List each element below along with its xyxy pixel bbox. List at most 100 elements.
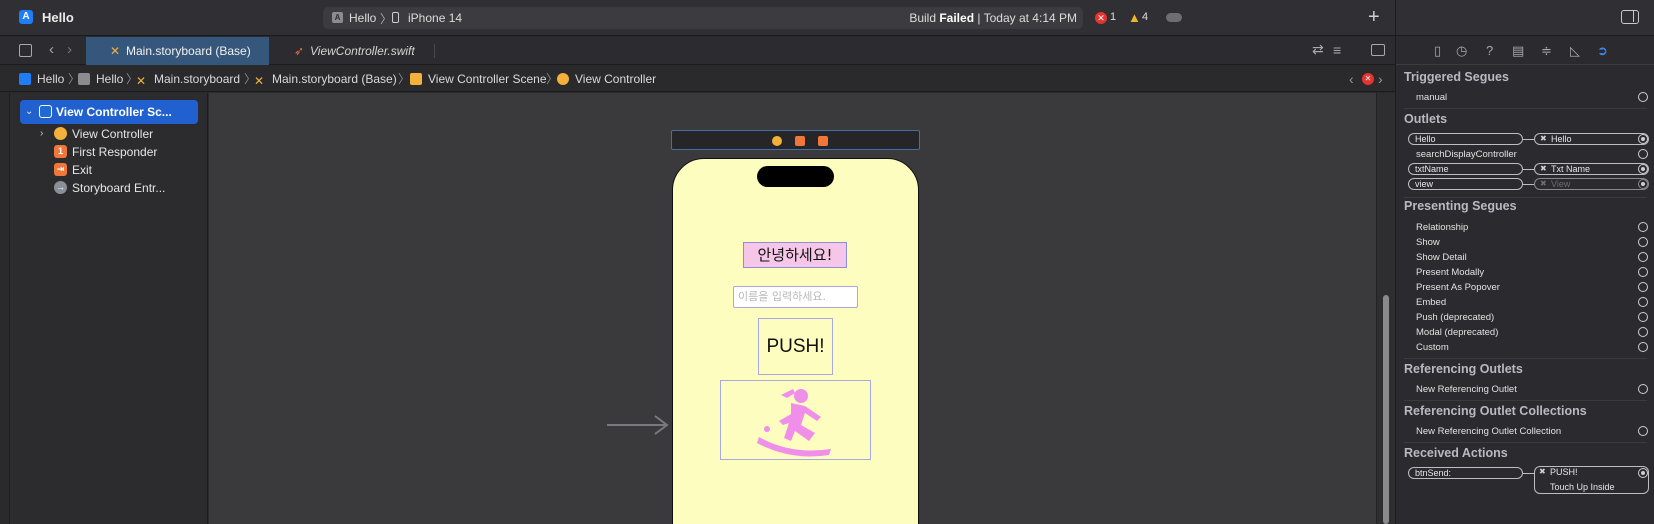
connection-circle[interactable] [1638, 342, 1648, 352]
outlet-target-label: View [1551, 179, 1571, 189]
attributes-inspector-icon[interactable]: ≑ [1541, 43, 1552, 59]
connection-circle[interactable] [1638, 297, 1648, 307]
remove-connection-icon[interactable]: ✖ [1539, 467, 1546, 477]
connection-circle[interactable] [1638, 237, 1648, 247]
editor-options-icon[interactable]: ≡ [1333, 42, 1341, 58]
connection-circle[interactable] [1638, 312, 1648, 322]
breadcrumb-storyboard[interactable]: ✕ Main.storyboard [136, 66, 240, 92]
remove-connection-icon[interactable]: ✖ [1540, 134, 1547, 144]
add-editor-icon[interactable] [1371, 44, 1385, 56]
divider [434, 44, 435, 58]
outline-view-controller[interactable]: › View Controller [20, 125, 198, 143]
connections-inspector-icon[interactable]: ➲ [1597, 43, 1608, 59]
name-text-field[interactable]: 이름을 입력하세요. [733, 286, 858, 308]
xcode-project-icon: A [19, 10, 33, 24]
breadcrumb-project[interactable]: Hello [19, 66, 64, 92]
push-button[interactable]: PUSH! [758, 318, 833, 375]
previous-issue-icon[interactable]: ‹ [1349, 66, 1354, 92]
folder-icon [78, 73, 90, 85]
activity-view[interactable]: A Hello 〉 iPhone 14 Build Failed | Today… [323, 7, 1083, 29]
connection-circle[interactable] [1638, 384, 1648, 394]
chevron-down-icon[interactable]: ⌄ [25, 100, 33, 124]
cloud-icon[interactable] [1166, 13, 1182, 22]
scheme-selector[interactable]: Hello [349, 11, 376, 25]
outlet-hello-target[interactable]: ✖ Hello [1534, 133, 1649, 145]
storyboard-entry-arrow[interactable] [607, 415, 670, 435]
connection-circle[interactable] [1638, 134, 1648, 144]
connection-line [1523, 169, 1534, 170]
connection-circle[interactable] [1638, 164, 1648, 174]
back-icon[interactable]: ‹ [49, 41, 54, 58]
connection-circle[interactable] [1638, 149, 1648, 159]
connection-circle[interactable] [1638, 327, 1648, 337]
outline-exit[interactable]: ⇥ Exit [20, 161, 198, 179]
breadcrumb-scene[interactable]: View Controller Scene [410, 66, 547, 92]
connection-circle[interactable] [1638, 468, 1648, 478]
breadcrumb-folder[interactable]: Hello [78, 66, 123, 92]
size-inspector-icon[interactable]: ◺ [1570, 43, 1580, 59]
outline-storyboard-entry[interactable]: → Storyboard Entr... [20, 179, 198, 197]
segue-show-detail: Show Detail [1416, 252, 1467, 263]
related-items-icon[interactable] [19, 44, 32, 57]
tab-main-storyboard[interactable]: ✕ Main.storyboard (Base) [86, 37, 269, 65]
segue-embed: Embed [1416, 297, 1447, 308]
hello-label[interactable]: 안녕하세요! [743, 242, 847, 268]
add-library-button[interactable]: + [1368, 5, 1380, 29]
view-controller-icon[interactable] [772, 136, 782, 146]
outlet-txtname-target[interactable]: ✖ Txt Name [1534, 163, 1649, 175]
run-destination[interactable]: iPhone 14 [408, 11, 462, 25]
connection-line [1523, 139, 1534, 140]
remove-connection-icon[interactable]: ✖ [1540, 179, 1547, 189]
outline-item-label: First Responder [72, 145, 158, 159]
exit-icon[interactable] [818, 136, 828, 146]
connection-circle[interactable] [1638, 426, 1648, 436]
build-prefix: Build [909, 11, 936, 25]
divider [1404, 108, 1647, 109]
toggle-inspector-icon[interactable] [1621, 10, 1639, 24]
warning-icon[interactable]: ▲ [1128, 10, 1141, 25]
scrollbar-thumb[interactable] [1383, 295, 1389, 524]
connection-line [1523, 184, 1534, 185]
action-btnsend: btnSend: [1408, 467, 1523, 479]
forward-icon[interactable]: › [67, 41, 72, 58]
chevron-right-icon: 〉 [398, 72, 411, 86]
connection-circle[interactable] [1638, 222, 1648, 232]
connection-circle[interactable] [1638, 252, 1648, 262]
outline-first-responder[interactable]: 1 First Responder [20, 143, 198, 161]
error-count[interactable]: 1 [1110, 11, 1116, 23]
segue-relationship: Relationship [1416, 222, 1469, 233]
scene-icon [39, 105, 52, 118]
next-issue-icon[interactable]: › [1378, 66, 1383, 92]
history-inspector-icon[interactable]: ◷ [1456, 43, 1467, 59]
project-name[interactable]: Hello [42, 10, 74, 25]
breadcrumb-label: Hello [37, 72, 65, 86]
action-target-text: PUSH! [1550, 467, 1578, 477]
outline-gutter [0, 93, 10, 524]
error-icon[interactable]: ✕ [1095, 12, 1107, 24]
image-view[interactable] [720, 380, 871, 460]
issue-error-icon[interactable]: ✕ [1362, 73, 1374, 85]
connection-circle[interactable] [1638, 267, 1648, 277]
help-inspector-icon[interactable]: ? [1486, 43, 1493, 58]
outline-scene[interactable]: ⌄ View Controller Sc... [20, 100, 198, 124]
connection-circle[interactable] [1638, 92, 1648, 102]
warning-count[interactable]: 4 [1142, 11, 1148, 23]
inspector-tabs: ▯ ◷ ? ▤ ≑ ◺ ➲ [1396, 37, 1654, 65]
tab-label: ViewController.swift [310, 44, 415, 58]
remove-connection-icon[interactable]: ✖ [1540, 164, 1547, 174]
swap-icon[interactable]: ⇄ [1312, 41, 1324, 58]
scene-dock[interactable] [671, 130, 920, 150]
entry-point-icon: → [54, 181, 67, 194]
outline-scene-label: View Controller Sc... [56, 105, 172, 119]
file-inspector-icon[interactable]: ▯ [1434, 43, 1441, 59]
breadcrumb-storyboard-base[interactable]: ✕ Main.storyboard (Base) [254, 66, 397, 92]
breadcrumb-view-controller[interactable]: View Controller [557, 66, 656, 92]
connection-circle[interactable] [1638, 179, 1648, 189]
tab-viewcontroller-swift[interactable]: ➶ ViewController.swift [270, 37, 430, 65]
connection-circle[interactable] [1638, 282, 1648, 292]
chevron-right-icon[interactable]: › [40, 125, 43, 143]
outlet-view-target[interactable]: ✖ View [1534, 178, 1649, 190]
identity-inspector-icon[interactable]: ▤ [1512, 43, 1524, 59]
first-responder-icon[interactable] [795, 136, 805, 146]
jump-bar: Hello 〉 Hello 〉 ✕ Main.storyboard 〉 ✕ Main… [0, 66, 1395, 92]
